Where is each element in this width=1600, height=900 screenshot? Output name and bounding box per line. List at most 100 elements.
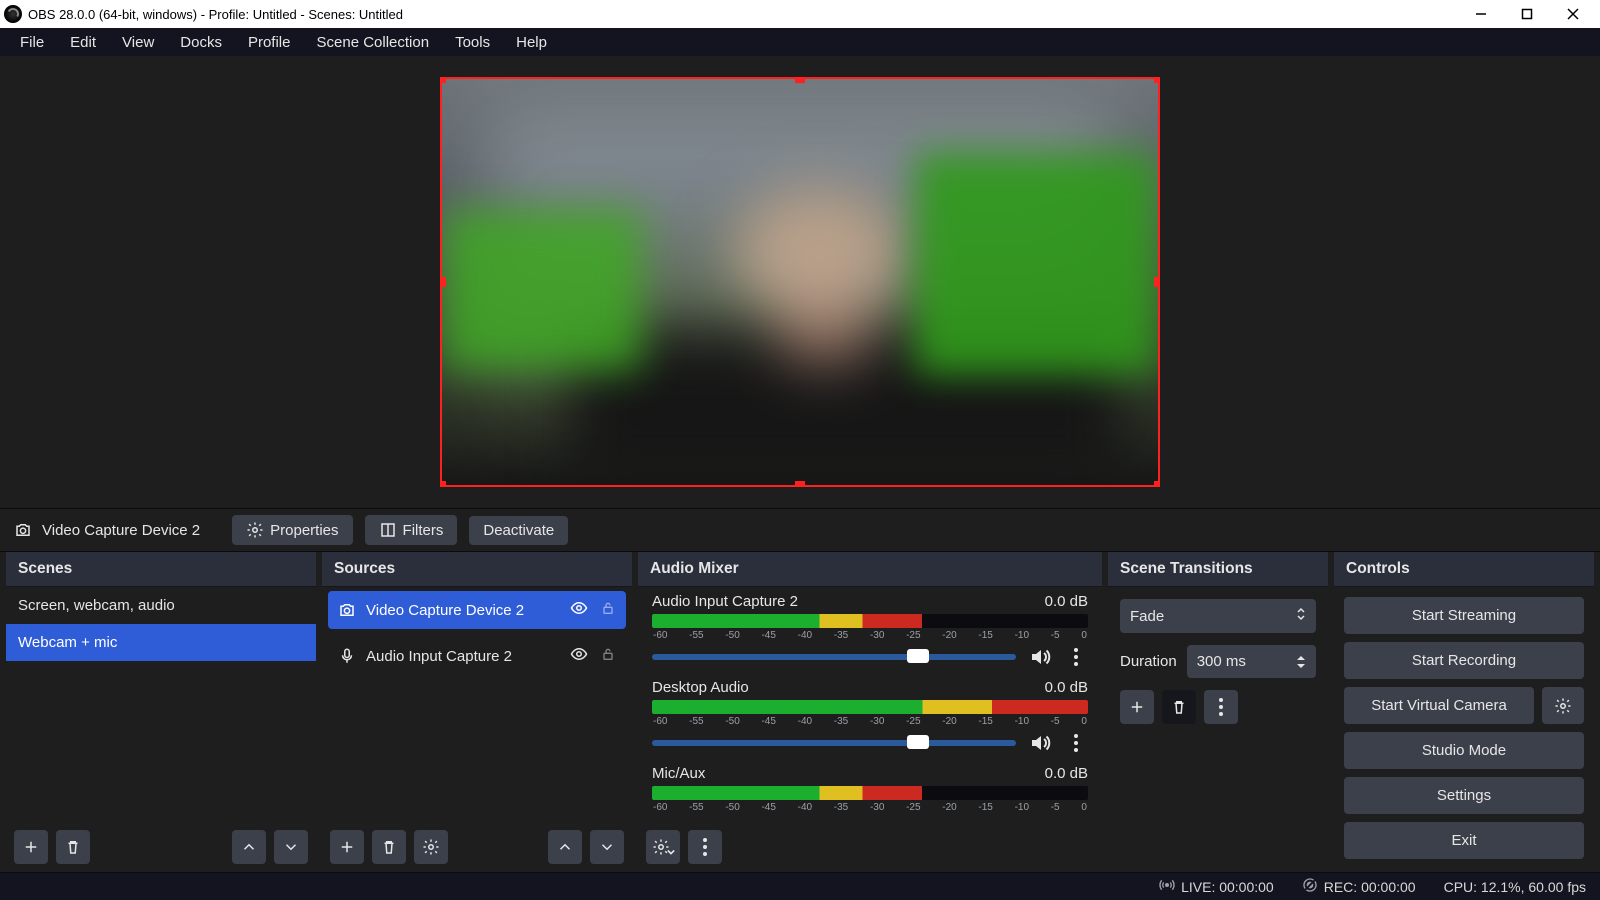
source-remove-button[interactable] (372, 830, 406, 864)
status-cpu-text: CPU: 12.1%, 60.00 fps (1444, 879, 1586, 895)
transition-menu-button[interactable] (1204, 690, 1238, 724)
volume-slider[interactable] (652, 654, 1016, 660)
resize-handle-mr[interactable] (1154, 277, 1160, 287)
source-item[interactable]: Video Capture Device 2 (328, 591, 626, 629)
channel-menu-button[interactable] (1064, 645, 1088, 669)
lock-toggle[interactable] (600, 646, 616, 666)
menu-view[interactable]: View (110, 30, 166, 55)
meter-ticks: -60-55-50-45-40-35-30-25-20-15-10-50 (652, 630, 1088, 641)
spin-arrows-icon[interactable] (1296, 654, 1306, 670)
virtual-camera-settings-button[interactable] (1542, 687, 1584, 724)
menu-tools[interactable]: Tools (443, 30, 502, 55)
start-virtual-camera-button[interactable]: Start Virtual Camera (1344, 687, 1534, 724)
menu-help[interactable]: Help (504, 30, 559, 55)
resize-handle-tr[interactable] (1154, 77, 1160, 83)
mic-icon (338, 647, 356, 665)
sources-dock: Sources Video Capture Device 2 Audio Inp… (322, 552, 632, 872)
window-maximize-button[interactable] (1504, 0, 1550, 28)
scene-move-down-button[interactable] (274, 830, 308, 864)
deactivate-label: Deactivate (483, 522, 554, 539)
resize-handle-br[interactable] (1154, 481, 1160, 487)
resize-handle-ml[interactable] (440, 277, 446, 287)
filters-label: Filters (403, 522, 444, 539)
source-move-down-button[interactable] (590, 830, 624, 864)
status-live: LIVE: 00:00:00 (1159, 877, 1274, 896)
studio-mode-button[interactable]: Studio Mode (1344, 732, 1584, 769)
scene-item[interactable]: Webcam + mic (6, 624, 316, 661)
sources-list: Video Capture Device 2 Audio Input Captu… (322, 587, 632, 822)
docks-row: Scenes Screen, webcam, audio Webcam + mi… (0, 552, 1600, 872)
preview-area[interactable] (0, 56, 1600, 508)
scene-add-button[interactable] (14, 830, 48, 864)
lock-toggle[interactable] (600, 600, 616, 620)
menu-docks[interactable]: Docks (168, 30, 234, 55)
resize-handle-bl[interactable] (440, 481, 446, 487)
scenes-dock: Scenes Screen, webcam, audio Webcam + mi… (6, 552, 316, 872)
meter-ticks: -60-55-50-45-40-35-30-25-20-15-10-50 (652, 716, 1088, 727)
duration-label: Duration (1120, 653, 1177, 670)
source-item[interactable]: Audio Input Capture 2 (328, 637, 626, 675)
mute-button[interactable] (1028, 731, 1052, 755)
exit-button[interactable]: Exit (1344, 822, 1584, 859)
scene-remove-button[interactable] (56, 830, 90, 864)
transition-add-button[interactable] (1120, 690, 1154, 724)
properties-button[interactable]: Properties (232, 515, 352, 545)
transition-selected-label: Fade (1130, 608, 1164, 625)
duration-value: 300 ms (1197, 653, 1246, 670)
channel-name: Desktop Audio (652, 679, 749, 696)
mixer-advanced-button[interactable] (646, 830, 680, 864)
channel-db: 0.0 dB (1045, 765, 1088, 782)
source-item-label: Video Capture Device 2 (366, 602, 524, 619)
menu-bar: File Edit View Docks Profile Scene Colle… (0, 28, 1600, 56)
camera-icon (338, 601, 356, 619)
menu-edit[interactable]: Edit (58, 30, 108, 55)
source-move-up-button[interactable] (548, 830, 582, 864)
scene-item[interactable]: Screen, webcam, audio (6, 587, 316, 624)
deactivate-button[interactable]: Deactivate (469, 516, 568, 545)
visibility-toggle[interactable] (570, 645, 588, 667)
os-titlebar: OBS 28.0.0 (64-bit, windows) - Profile: … (0, 0, 1600, 28)
channel-db: 0.0 dB (1045, 593, 1088, 610)
menu-scene-collection[interactable]: Scene Collection (305, 30, 442, 55)
mixer-channel: Desktop Audio 0.0 dB -60-55-50-45-40-35-30… (652, 679, 1088, 755)
transition-select[interactable]: Fade (1120, 599, 1316, 633)
mixer-body: Audio Input Capture 20.0 dB-60-55-50-45-… (638, 587, 1102, 822)
mixer-channel: Mic/Aux0.0 dB-60-55-50-45-40-35-30-25-20… (652, 765, 1088, 817)
menu-profile[interactable]: Profile (236, 30, 303, 55)
window-minimize-button[interactable] (1458, 0, 1504, 28)
mixer-menu-button[interactable] (688, 830, 722, 864)
scenes-list: Screen, webcam, audio Webcam + mic (6, 587, 316, 822)
volume-slider[interactable] (652, 740, 1016, 746)
channel-db: 0.0 dB (1045, 679, 1088, 696)
visibility-toggle[interactable] (570, 599, 588, 621)
audio-mixer-dock: Audio Mixer Audio Input Capture 20.0 dB-… (638, 552, 1102, 872)
start-streaming-button[interactable]: Start Streaming (1344, 597, 1584, 634)
status-rec-text: REC: 00:00:00 (1324, 879, 1416, 895)
filters-button[interactable]: Filters (365, 515, 458, 545)
channel-menu-button[interactable] (1064, 731, 1088, 755)
camera-icon (14, 521, 32, 539)
level-meter (652, 614, 1088, 628)
scene-move-up-button[interactable] (232, 830, 266, 864)
controls-dock: Controls Start Streaming Start Recording… (1334, 552, 1594, 872)
duration-spinbox[interactable]: 300 ms (1187, 645, 1316, 678)
start-recording-button[interactable]: Start Recording (1344, 642, 1584, 679)
window-close-button[interactable] (1550, 0, 1596, 28)
resize-handle-tl[interactable] (440, 77, 446, 83)
source-properties-button[interactable] (414, 830, 448, 864)
settings-button[interactable]: Settings (1344, 777, 1584, 814)
mute-button[interactable] (1028, 645, 1052, 669)
resize-handle-bm[interactable] (795, 481, 805, 487)
status-bar: LIVE: 00:00:00 REC: 00:00:00 CPU: 12.1%,… (0, 872, 1600, 900)
gear-icon (246, 521, 264, 539)
context-source-name: Video Capture Device 2 (42, 522, 200, 539)
channel-name: Mic/Aux (652, 765, 705, 782)
preview-selected-source[interactable] (440, 77, 1160, 487)
menu-file[interactable]: File (8, 30, 56, 55)
source-add-button[interactable] (330, 830, 364, 864)
resize-handle-tm[interactable] (795, 77, 805, 83)
transition-remove-button[interactable] (1162, 690, 1196, 724)
window-title: OBS 28.0.0 (64-bit, windows) - Profile: … (28, 7, 403, 22)
source-context-toolbar: Video Capture Device 2 Properties Filter… (0, 508, 1600, 552)
level-meter (652, 786, 1088, 800)
